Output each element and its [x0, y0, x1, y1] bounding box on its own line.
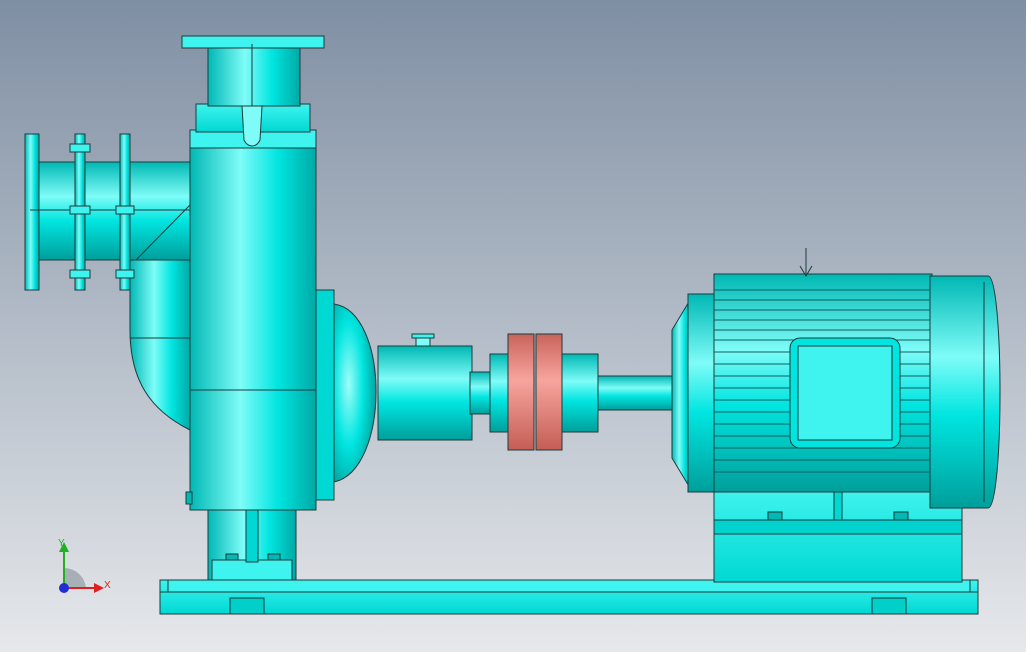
cad-viewport[interactable]: Y X: [0, 0, 1026, 652]
y-axis-label: Y: [58, 538, 65, 549]
pump-casing[interactable]: [185, 129, 335, 511]
terminal-box[interactable]: [789, 337, 901, 449]
motor-shaft[interactable]: [597, 375, 675, 411]
cad-canvas[interactable]: Y X: [0, 0, 1026, 652]
x-axis-label: X: [104, 580, 111, 591]
motor-fan-cover[interactable]: [929, 275, 1001, 509]
base-frame[interactable]: [159, 579, 979, 615]
triad-origin: [59, 583, 69, 593]
